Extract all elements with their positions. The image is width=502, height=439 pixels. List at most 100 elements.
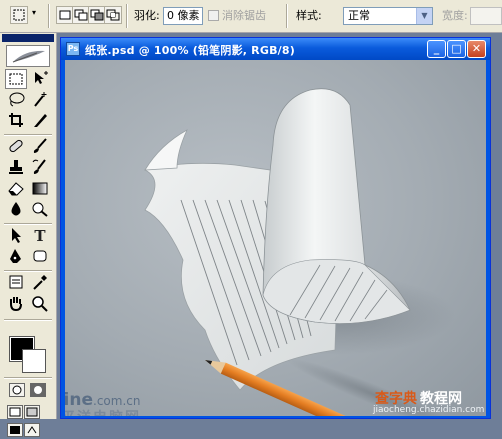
minimize-button[interactable]: _ <box>427 40 446 58</box>
droplet-icon <box>11 202 21 216</box>
chevron-down-icon[interactable]: ▾ <box>32 6 36 20</box>
history-brush-icon <box>32 159 46 174</box>
crop-tool[interactable] <box>5 111 27 131</box>
toolbox: T <box>0 33 57 437</box>
magic-wand-icon <box>34 92 47 107</box>
minimize-icon: _ <box>433 42 440 55</box>
document-window: Ps 纸张.psd @ 100% (铅笔阴影, RGB/8) _ □ ✕ ine… <box>60 37 491 419</box>
style-select[interactable]: 正常 ▼ <box>343 7 433 25</box>
photoshop-document-icon: Ps <box>66 42 80 56</box>
dodge-icon <box>32 202 48 217</box>
quick-mask-button[interactable] <box>30 383 46 397</box>
dodge-tool[interactable] <box>29 200 51 220</box>
style-value: 正常 <box>348 9 370 22</box>
background-color-swatch[interactable] <box>22 349 46 373</box>
crop-icon <box>9 113 23 127</box>
slice-icon <box>34 114 47 127</box>
lasso-tool[interactable] <box>5 90 27 110</box>
width-label: 宽度: <box>442 9 468 22</box>
brush-tool[interactable] <box>29 137 51 157</box>
rounded-rect-icon <box>33 250 47 262</box>
magic-wand-tool[interactable] <box>29 90 51 110</box>
antialias-checkbox[interactable] <box>208 10 219 21</box>
separator <box>286 4 288 28</box>
paper-pencil-artwork <box>143 88 464 416</box>
close-icon: ✕ <box>471 42 482 55</box>
maximize-icon: □ <box>451 42 462 55</box>
path-selection-tool[interactable] <box>5 226 27 246</box>
window-icon <box>10 426 20 434</box>
separator <box>4 270 52 272</box>
hand-icon <box>10 297 22 312</box>
pen-tool[interactable] <box>5 247 27 267</box>
stamp-icon <box>9 160 23 174</box>
feather-input[interactable]: 0 像素 <box>163 7 203 25</box>
marquee-preset-button[interactable] <box>10 6 28 24</box>
notes-tool[interactable] <box>5 273 27 293</box>
gradient-icon <box>32 182 48 195</box>
close-button[interactable]: ✕ <box>467 40 486 58</box>
blur-tool[interactable] <box>5 200 27 220</box>
eyedropper-icon <box>33 275 47 290</box>
separator <box>4 134 52 136</box>
zoom-tool[interactable] <box>29 294 51 314</box>
rect-marquee-icon <box>9 73 23 85</box>
separator <box>4 377 52 379</box>
new-selection-icon <box>59 10 71 20</box>
add-selection-icon <box>74 9 88 21</box>
type-icon: T <box>34 227 46 245</box>
hand-tool[interactable] <box>5 294 27 314</box>
style-label: 样式: <box>296 9 322 22</box>
magnifier-icon <box>32 296 48 312</box>
separator <box>4 223 52 225</box>
eraser-icon <box>8 182 24 196</box>
quick-mask-icon <box>34 386 42 394</box>
window-icon <box>26 407 38 417</box>
separator <box>48 4 50 28</box>
standard-mode-button[interactable] <box>9 383 25 397</box>
width-input[interactable] <box>470 7 502 25</box>
eraser-tool[interactable] <box>5 179 27 199</box>
gradient-tool[interactable] <box>29 179 51 199</box>
image-canvas[interactable]: PConline.com.cn 太平洋电脑网 查字典教程网 jiaocheng.… <box>65 60 486 416</box>
subtract-selection-icon <box>90 9 104 21</box>
feather-label: 羽化: <box>134 9 160 22</box>
rect-marquee-tool[interactable] <box>5 69 27 89</box>
type-tool[interactable]: T <box>29 226 51 246</box>
separator <box>126 4 128 28</box>
move-tool[interactable] <box>29 69 51 89</box>
pencil-lead <box>205 360 213 365</box>
history-brush-tool[interactable] <box>29 158 51 178</box>
shape-tool[interactable] <box>29 247 51 267</box>
pen-icon <box>10 249 21 263</box>
document-titlebar[interactable]: Ps 纸张.psd @ 100% (铅笔阴影, RGB/8) _ □ ✕ <box>61 38 490 60</box>
separator <box>4 319 52 321</box>
eyedropper-tool[interactable] <box>29 273 51 293</box>
imageready-icon <box>27 426 37 434</box>
brush-icon <box>33 138 47 153</box>
photoshop-feather-logo[interactable] <box>6 45 50 67</box>
screen-mode-standard-button[interactable] <box>7 405 23 419</box>
clone-stamp-tool[interactable] <box>5 158 27 178</box>
document-title: 纸张.psd @ 100% (铅笔阴影, RGB/8) <box>85 44 295 57</box>
jump-to-imageready-button[interactable] <box>24 423 40 437</box>
toolbox-header[interactable] <box>2 34 54 42</box>
bandage-icon <box>9 139 23 153</box>
lasso-icon <box>9 92 25 107</box>
screen-mode-full-menu-button[interactable] <box>24 405 40 419</box>
healing-brush-tool[interactable] <box>5 137 27 157</box>
note-icon <box>9 275 23 289</box>
feather-icon <box>12 50 45 63</box>
antialias-label: 消除锯齿 <box>222 9 266 22</box>
pconline-cn-watermark: 太平洋电脑网 <box>65 407 141 416</box>
screen-mode-full-button[interactable] <box>7 423 23 437</box>
watermark-domain: .com.cn <box>93 394 141 408</box>
window-icon <box>9 407 21 417</box>
intersect-selection-button[interactable] <box>104 6 122 24</box>
maximize-button[interactable]: □ <box>447 40 466 58</box>
slice-tool[interactable] <box>29 111 51 131</box>
chazidian-url: jiaocheng.chazidian.com <box>373 405 485 415</box>
options-bar: ▾ 羽化: 0 像素 消除锯齿 样式: 正常 ▼ 宽度: <box>0 0 502 33</box>
chevron-down-icon: ▼ <box>416 8 432 24</box>
rect-marquee-icon <box>13 9 25 21</box>
